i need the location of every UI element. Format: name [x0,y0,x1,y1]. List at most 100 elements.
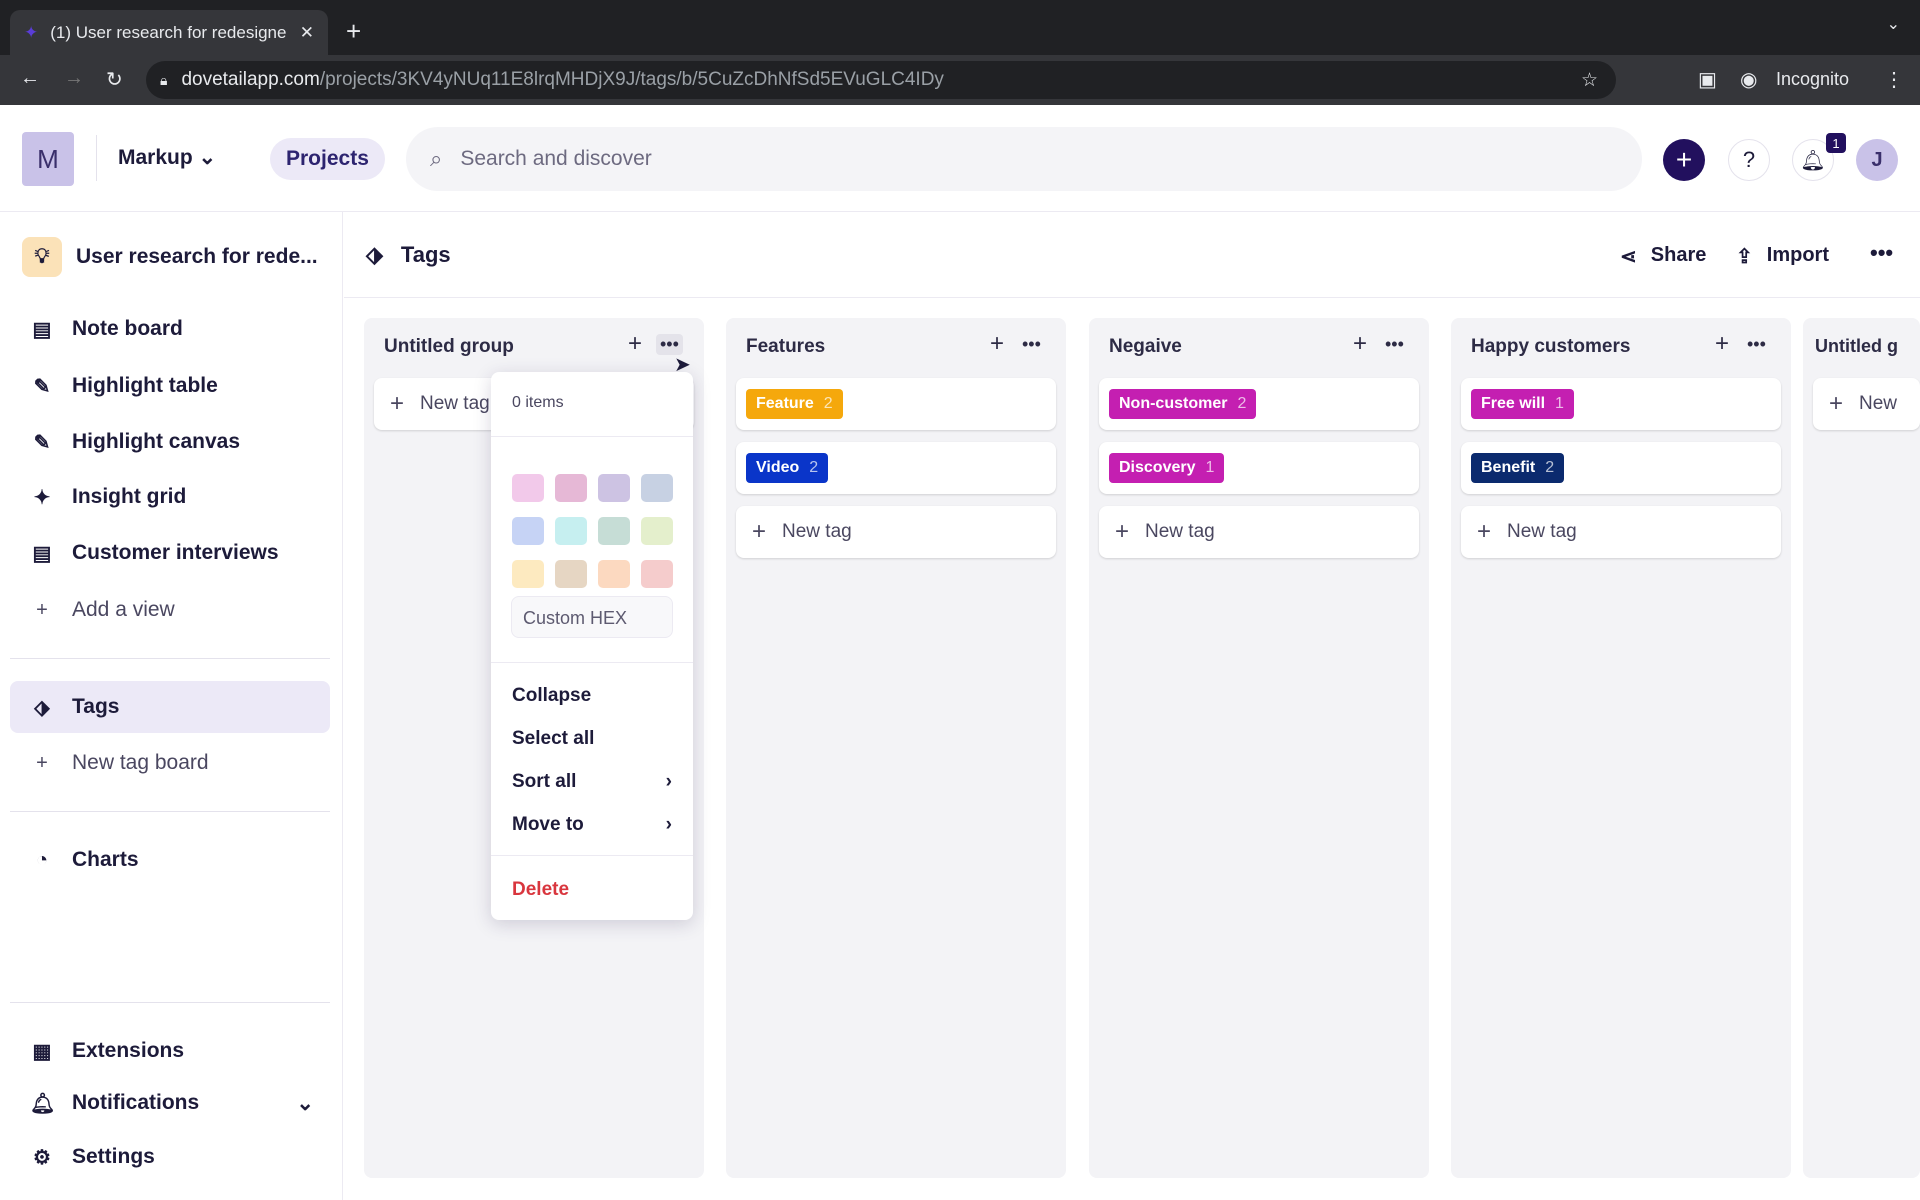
workspace-switcher[interactable]: Markup ⌄ [118,145,216,170]
projects-button[interactable]: Projects [270,138,385,180]
color-swatch[interactable] [555,474,587,502]
color-swatch[interactable] [641,560,673,588]
new-tag-button[interactable]: + New [1813,378,1920,430]
page-title-text: Tags [400,242,451,267]
add-tag-icon[interactable]: + [628,330,642,358]
chevron-right-icon: › [665,814,672,835]
sidebar-item-highlight-canvas[interactable]: ✎ Highlight canvas [10,417,330,467]
search-icon: ⌕ [430,146,443,171]
sidebar-item-note-board[interactable]: ▤ Note board [10,304,330,354]
tag-card[interactable]: Non-customer 2 [1099,378,1419,430]
more-options-icon[interactable]: ••• [1022,334,1041,355]
group-title[interactable]: Features [746,336,825,358]
browser-menu-icon[interactable]: ⋮ [1884,67,1904,92]
star-icon[interactable]: ☆ [1581,69,1598,92]
import-button[interactable]: ⇪ Import [1736,244,1829,269]
color-swatch[interactable] [598,517,630,545]
more-options-icon[interactable]: ••• [1747,334,1766,355]
custom-hex-input[interactable]: Custom HEX [511,596,673,638]
new-tag-button[interactable]: + New tag [736,506,1056,558]
tag-label: Benefit [1481,459,1536,476]
new-tab-button[interactable]: + [346,16,361,47]
color-swatch[interactable] [555,517,587,545]
share-button[interactable]: ⋖ Share [1620,244,1706,269]
new-tag-button[interactable]: + New tag [1099,506,1419,558]
workspace-logo[interactable]: M [22,132,74,186]
divider [491,436,693,437]
add-tag-icon[interactable]: + [990,330,1004,358]
plus-icon: + [36,598,48,621]
group-title[interactable]: Negaive [1109,336,1182,358]
menu-item-select-all[interactable]: Select all [512,728,672,750]
color-swatch[interactable] [641,517,673,545]
back-icon[interactable]: ← [20,67,40,90]
sidebar-toggle-icon[interactable]: ▣ [1698,67,1717,92]
url-field[interactable]: 🔒︎ dovetailapp.com/projects/3KV4yNUq11E8… [146,61,1616,99]
menu-item-delete[interactable]: Delete [512,879,672,901]
sidebar-item-charts[interactable]: ◔ Charts [10,835,330,885]
new-tag-button[interactable]: + New tag [1461,506,1781,558]
menu-item-sort-all[interactable]: Sort all › [512,771,672,793]
group-title[interactable]: Untitled g [1815,336,1898,357]
group-title[interactable]: Happy customers [1471,336,1630,358]
more-options-icon[interactable]: ••• [1385,334,1404,355]
chevron-right-icon: › [665,771,672,792]
divider [491,855,693,856]
label: Customer interviews [72,541,279,564]
menu-item-move-to[interactable]: Move to › [512,814,672,836]
url-host: dovetailapp.com [181,69,320,90]
sidebar-item-customer-interviews[interactable]: ▤ Customer interviews [10,528,330,578]
sidebar-item-insight-grid[interactable]: ✦ Insight grid [10,472,330,522]
color-swatch[interactable] [512,474,544,502]
sidebar-item-tags[interactable]: ⬗ Tags [10,681,330,733]
avatar[interactable]: J [1856,139,1898,181]
color-swatch[interactable] [598,560,630,588]
profile-label[interactable]: Incognito [1776,69,1849,90]
tag-card[interactable]: Video 2 [736,442,1056,494]
tag-card[interactable]: Feature 2 [736,378,1056,430]
sidebar-item-notifications[interactable]: 🔔︎ Notifications ⌄ [10,1078,330,1128]
extensions-icon: ▦ [32,1040,52,1063]
tag-count: 2 [823,395,833,412]
tag-card[interactable]: Benefit 2 [1461,442,1781,494]
color-swatch[interactable] [555,560,587,588]
label: Charts [72,848,139,871]
color-swatch[interactable] [598,474,630,502]
color-swatch[interactable] [641,474,673,502]
add-view-button[interactable]: + Add a view [10,585,330,635]
sidebar-item-highlight-table[interactable]: ✎ Highlight table [10,361,330,411]
menu-item-collapse[interactable]: Collapse [512,685,672,707]
help-icon[interactable]: ? [1728,139,1770,181]
group-title[interactable]: Untitled group [384,336,514,358]
divider [10,811,330,812]
tag-card[interactable]: Free will 1 [1461,378,1781,430]
plus-icon: + [752,518,767,545]
tag-card[interactable]: Discovery 1 [1099,442,1419,494]
tab-list-icon[interactable]: ⌄ [1887,14,1900,34]
tag-label: Free will [1481,395,1546,412]
label: Notifications [72,1091,200,1114]
sidebar-item-settings[interactable]: ⚙ Settings [10,1132,330,1182]
add-tag-icon[interactable]: + [1353,330,1367,358]
add-tag-icon[interactable]: + [1715,330,1729,358]
chevron-down-icon[interactable]: ⌄ [296,1091,314,1116]
upload-cloud-icon: ⇪ [1736,246,1753,268]
sidebar-item-extensions[interactable]: ▦ Extensions [10,1026,330,1076]
browser-tab[interactable]: ✦ (1) User research for redesigne ✕ [10,10,328,55]
color-swatch[interactable] [512,560,544,588]
tag-count: 2 [1237,395,1247,412]
reload-icon[interactable]: ↻ [106,67,123,92]
sparkle-icon: ✦ [33,486,51,509]
create-button[interactable]: + [1663,139,1705,181]
color-swatch[interactable] [512,517,544,545]
divider [10,658,330,659]
forward-icon[interactable]: → [64,67,84,90]
search-input[interactable]: ⌕ Search and discover [406,127,1642,191]
tag-group-column: Negaive + ••• Non-customer 2 Discovery 1 + New … [1089,318,1429,1178]
more-options-icon[interactable]: ••• [1870,240,1893,266]
tag-count: 2 [1545,459,1555,476]
project-title[interactable]: 💡︎ User research for rede... [10,232,330,282]
label: Add a view [72,598,175,621]
new-tag-board-button[interactable]: + New tag board [10,738,330,788]
close-tab-icon[interactable]: ✕ [300,23,314,43]
